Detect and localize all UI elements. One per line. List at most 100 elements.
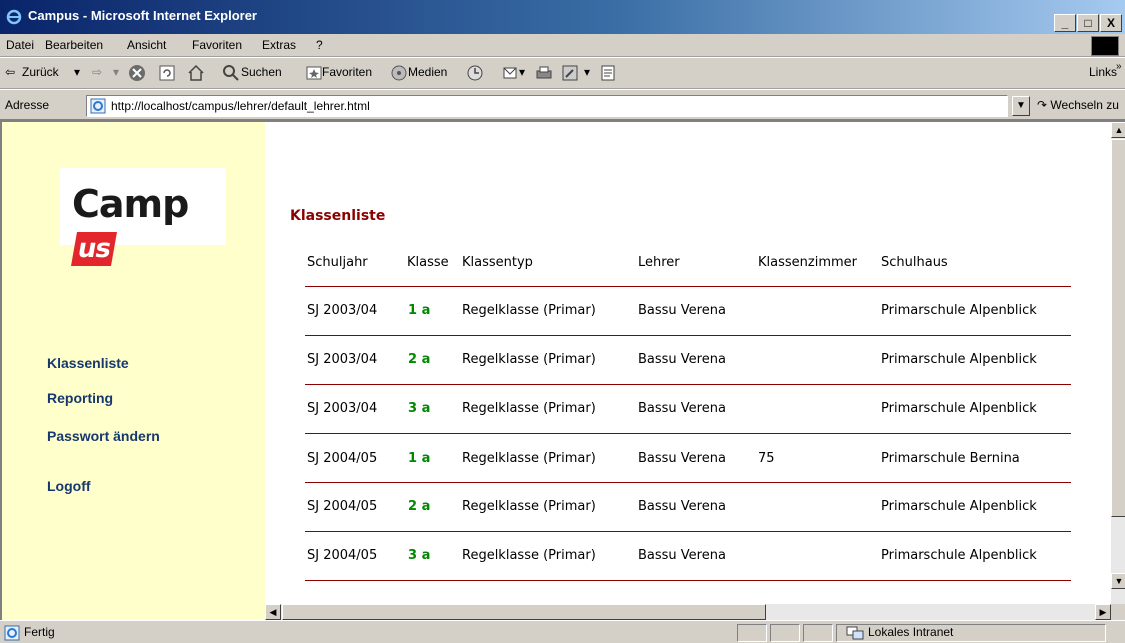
menu-help[interactable]: ? (316, 38, 323, 52)
page-title: Klassenliste (290, 208, 386, 224)
row-divider (305, 433, 1071, 434)
nav-reporting[interactable]: Reporting (47, 390, 113, 406)
horizontal-scroll-thumb[interactable] (282, 604, 766, 620)
back-button[interactable]: Zurück (22, 65, 59, 79)
nav-logoff[interactable]: Logoff (47, 478, 91, 494)
scroll-up-icon[interactable]: ▲ (1111, 122, 1125, 138)
cell-lehrer: Bassu Verena (638, 401, 726, 416)
scrollbar-corner (1111, 604, 1125, 620)
cell-klassentyp: Regelklasse (Primar) (462, 401, 596, 416)
cell-klasse-link[interactable]: 3 a (408, 548, 430, 563)
cell-klasse-link[interactable]: 1 a (408, 303, 430, 318)
refresh-icon[interactable] (158, 64, 176, 82)
menu-extras[interactable]: Extras (262, 38, 296, 52)
cell-schulhaus: Primarschule Alpenblick (881, 303, 1037, 318)
edit-dropdown-icon[interactable]: ▾ (584, 65, 590, 79)
back-arrow-icon[interactable]: ⇦ (5, 65, 15, 79)
cell-schuljahr: SJ 2004/05 (307, 451, 378, 466)
nav-passwort-aendern[interactable]: Passwort ändern (47, 428, 160, 444)
history-icon[interactable] (466, 64, 484, 82)
horizontal-scrollbar[interactable]: ◀ ▶ (265, 604, 1111, 620)
nav-klassenliste[interactable]: Klassenliste (47, 355, 129, 371)
logo-text-accent: us (71, 232, 117, 266)
windows-logo-icon (1091, 36, 1119, 56)
edit-icon[interactable] (561, 64, 579, 82)
stop-icon[interactable] (128, 64, 146, 82)
status-text: Fertig (24, 625, 55, 639)
media-icon[interactable] (390, 64, 408, 82)
column-header-klasse: Klasse (407, 255, 449, 270)
main-content: Klassenliste Schuljahr Klasse Klassentyp… (265, 122, 1111, 620)
close-button[interactable]: X (1100, 14, 1122, 32)
cell-klassentyp: Regelklasse (Primar) (462, 548, 596, 563)
go-button[interactable]: ↷ Wechseln zu (1037, 98, 1119, 112)
cell-schuljahr: SJ 2004/05 (307, 499, 378, 514)
cell-lehrer: Bassu Verena (638, 499, 726, 514)
mail-dropdown-icon[interactable]: ▾ (519, 65, 525, 79)
go-arrow-icon: ↷ (1037, 98, 1048, 112)
minimize-button[interactable]: _ (1054, 14, 1076, 32)
cell-schuljahr: SJ 2003/04 (307, 303, 378, 318)
cell-schuljahr: SJ 2004/05 (307, 548, 378, 563)
maximize-button[interactable]: □ (1077, 14, 1099, 32)
window-title-bar[interactable]: Campus - Microsoft Internet Explorer _ □… (0, 0, 1125, 34)
page-viewport: Camp us Klassenliste Reporting Passwort ä… (0, 120, 1125, 620)
print-icon[interactable] (535, 64, 553, 82)
menu-favoriten[interactable]: Favoriten (192, 38, 242, 52)
go-label: Wechseln zu (1050, 98, 1119, 112)
menu-ansicht[interactable]: Ansicht (127, 38, 166, 52)
search-button[interactable]: Suchen (241, 65, 282, 79)
forward-arrow-icon[interactable]: ⇨ (92, 65, 102, 79)
row-divider (305, 531, 1071, 532)
media-button[interactable]: Medien (408, 65, 447, 79)
row-divider (305, 384, 1071, 385)
cell-klasse-link[interactable]: 1 a (408, 451, 430, 466)
address-label: Adresse (5, 98, 50, 112)
forward-dropdown-icon[interactable]: ▾ (113, 65, 119, 79)
chevron-right-icon[interactable]: » (1116, 61, 1122, 72)
address-input[interactable]: http://localhost/campus/lehrer/default_l… (86, 95, 1008, 117)
window-title: Campus - Microsoft Internet Explorer (28, 8, 257, 23)
back-dropdown-icon[interactable]: ▾ (74, 65, 80, 79)
menu-bearbeiten[interactable]: Bearbeiten (45, 38, 103, 52)
cell-klasse-link[interactable]: 2 a (408, 352, 430, 367)
address-dropdown-icon[interactable]: ▼ (1012, 96, 1030, 116)
vertical-scrollbar[interactable]: ▲ ▼ (1111, 122, 1125, 604)
status-panel (770, 624, 800, 642)
status-panel (803, 624, 833, 642)
status-panel (737, 624, 767, 642)
standard-toolbar: ⇦ Zurück ▾ ⇨ ▾ Suchen Favoriten Medien ▾… (0, 57, 1125, 89)
cell-klasse-link[interactable]: 3 a (408, 401, 430, 416)
menu-datei[interactable]: Datei (6, 38, 34, 52)
favorites-button[interactable]: Favoriten (322, 65, 372, 79)
cell-lehrer: Bassu Verena (638, 303, 726, 318)
cell-lehrer: Bassu Verena (638, 352, 726, 367)
scroll-left-icon[interactable]: ◀ (265, 604, 281, 620)
sidebar: Camp us Klassenliste Reporting Passwort ä… (2, 122, 265, 620)
discuss-icon[interactable] (599, 64, 617, 82)
row-divider (305, 335, 1071, 336)
cell-lehrer: Bassu Verena (638, 451, 726, 466)
cell-klassentyp: Regelklasse (Primar) (462, 303, 596, 318)
page-icon (90, 98, 106, 114)
internet-explorer-icon (6, 9, 22, 25)
cell-klasse-link[interactable]: 2 a (408, 499, 430, 514)
links-button[interactable]: Links (1089, 65, 1117, 79)
row-divider (305, 286, 1071, 287)
column-header-schulhaus: Schulhaus (881, 255, 948, 270)
cell-schuljahr: SJ 2003/04 (307, 401, 378, 416)
row-divider (305, 482, 1071, 483)
favorites-icon[interactable] (305, 64, 323, 82)
campus-logo: Camp us (60, 168, 226, 266)
address-bar: Adresse http://localhost/campus/lehrer/d… (0, 89, 1125, 120)
mail-icon[interactable] (502, 64, 520, 82)
home-icon[interactable] (187, 64, 205, 82)
vertical-scroll-thumb[interactable] (1111, 139, 1125, 517)
search-icon[interactable] (222, 64, 240, 82)
cell-schuljahr: SJ 2003/04 (307, 352, 378, 367)
logo-text: Camp us (71, 182, 226, 270)
zone-label: Lokales Intranet (868, 625, 954, 639)
scroll-down-icon[interactable]: ▼ (1111, 573, 1125, 589)
scroll-right-icon[interactable]: ▶ (1095, 604, 1111, 620)
menu-bar: Datei Bearbeiten Ansicht Favoriten Extra… (0, 34, 1125, 57)
